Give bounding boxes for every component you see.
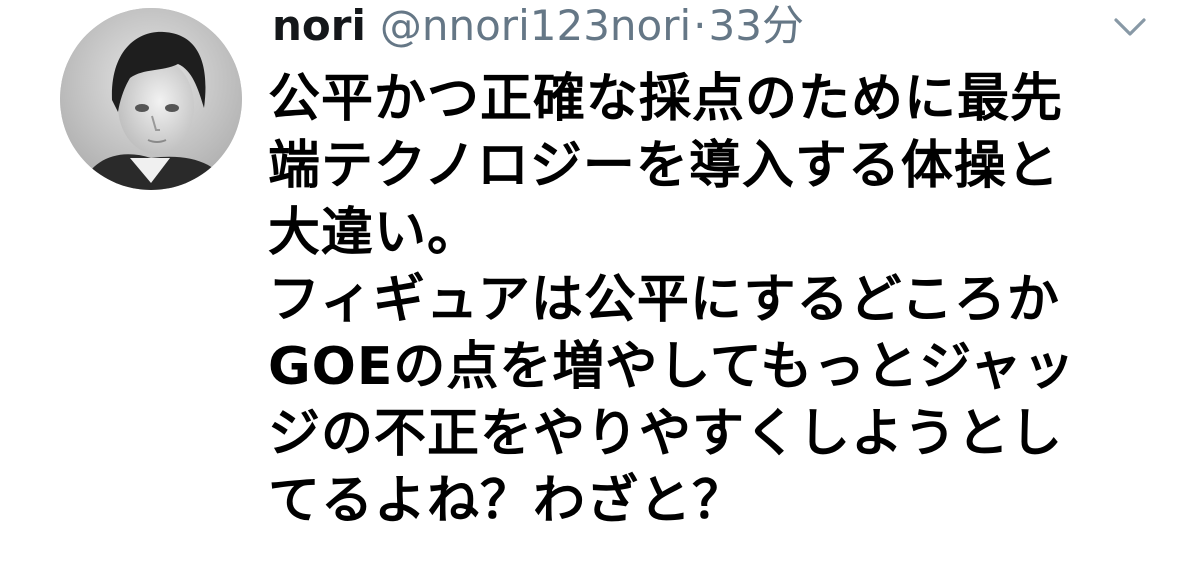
tweet-text-line: 公平かつ正確な採点のために最先: [268, 69, 1064, 129]
tweet-text-line: GOEの点を増やしてもっとジャッ: [268, 337, 1076, 397]
tweet-header: nori @nnori123nori · 33分: [272, 0, 804, 56]
avatar[interactable]: [60, 8, 242, 190]
tweet-text-line: ジの不正をやりやすくしようとし: [268, 404, 1064, 464]
tweet[interactable]: nori @nnori123nori · 33分 公平かつ正確な採点のために最先…: [0, 0, 1200, 571]
separator-dot: ·: [693, 1, 707, 50]
author-name[interactable]: nori: [272, 0, 366, 52]
tweet-text: 公平かつ正確な採点のために最先 端テクノロジーを導入する体操と 大違い。 フィギ…: [268, 66, 1168, 535]
tweet-text-line: フィギュアは公平にするどころか: [268, 270, 1060, 330]
chevron-down-icon[interactable]: [1110, 12, 1150, 42]
tweet-text-line: てるよね？わざと？: [268, 471, 746, 531]
timestamp[interactable]: 33分: [709, 0, 804, 52]
author-handle[interactable]: @nnori123nori: [380, 0, 691, 52]
tweet-text-line: 大違い。: [268, 203, 481, 263]
avatar-image: [60, 8, 242, 190]
tweet-text-line: 端テクノロジーを導入する体操と: [268, 136, 1060, 196]
